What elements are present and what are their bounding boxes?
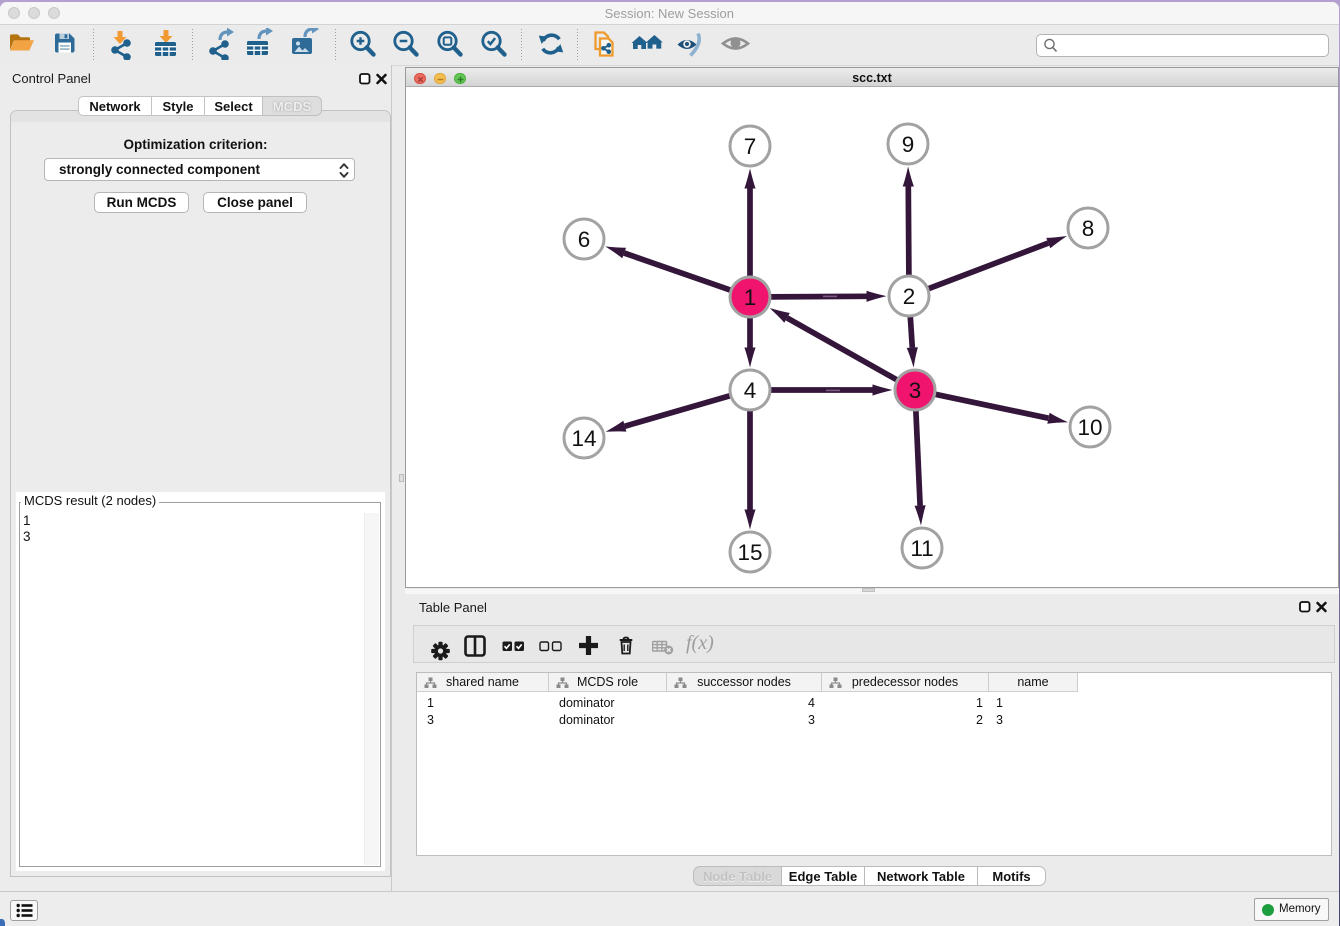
svg-text:8: 8 bbox=[1082, 216, 1095, 241]
svg-text:7: 7 bbox=[744, 134, 757, 159]
svg-text:15: 15 bbox=[737, 540, 762, 565]
svg-text:14: 14 bbox=[571, 426, 596, 451]
svg-text:9: 9 bbox=[902, 132, 915, 157]
svg-text:6: 6 bbox=[578, 227, 591, 252]
svg-text:2: 2 bbox=[903, 284, 916, 309]
svg-text:10: 10 bbox=[1077, 415, 1102, 440]
svg-text:3: 3 bbox=[909, 378, 922, 403]
svg-text:1: 1 bbox=[744, 285, 757, 310]
svg-text:11: 11 bbox=[910, 536, 933, 561]
svg-text:4: 4 bbox=[744, 378, 757, 403]
